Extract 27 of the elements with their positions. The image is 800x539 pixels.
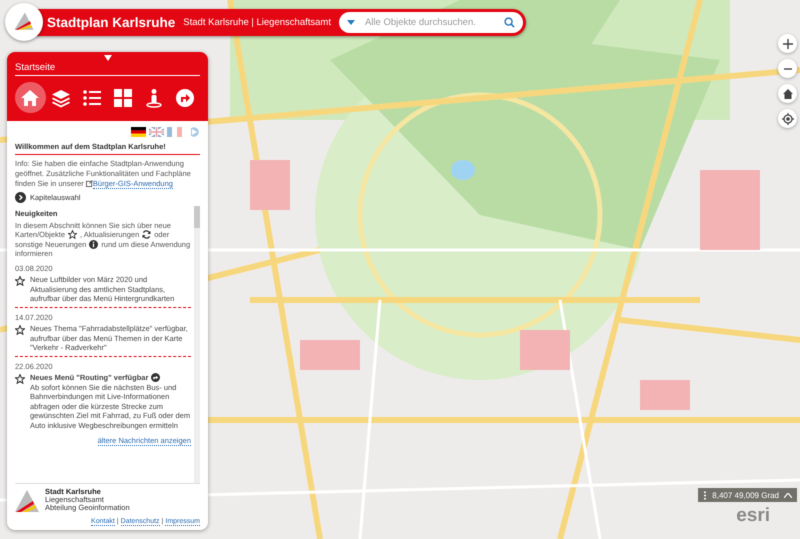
home-icon[interactable] [15,82,46,113]
search-field[interactable]: Alle Objekte durchsuchen. [338,12,523,32]
star-icon [15,325,25,335]
star-icon [68,230,78,240]
attribution-logo: esri [736,505,770,527]
collapse-icon[interactable] [104,55,112,61]
star-icon [15,276,25,286]
caret-icon[interactable] [346,20,355,24]
search-icon[interactable] [504,16,515,28]
app-title: Stadtplan Karlsruhe [47,14,176,30]
star-icon [15,374,25,384]
external-link-icon [86,180,93,187]
flag-icon[interactable] [131,127,146,137]
menu-icon[interactable] [703,490,708,500]
plus-icon[interactable] [782,38,794,50]
crosshair-icon[interactable] [782,112,794,124]
route-icon [151,373,160,382]
refresh-icon [142,230,152,240]
scrollbar[interactable] [194,206,200,483]
city-logo [15,490,41,512]
info-icon [89,240,98,249]
app-subtitle: Stadt Karlsruhe | Liegenschaftsamt [183,16,331,28]
caret-icon[interactable] [784,492,792,498]
panel-title: Startseite [15,62,200,76]
chevron-icon[interactable] [15,192,26,203]
home-icon[interactable] [782,88,794,100]
coordinates-text: 8,407 49,009 Grad [712,490,779,500]
